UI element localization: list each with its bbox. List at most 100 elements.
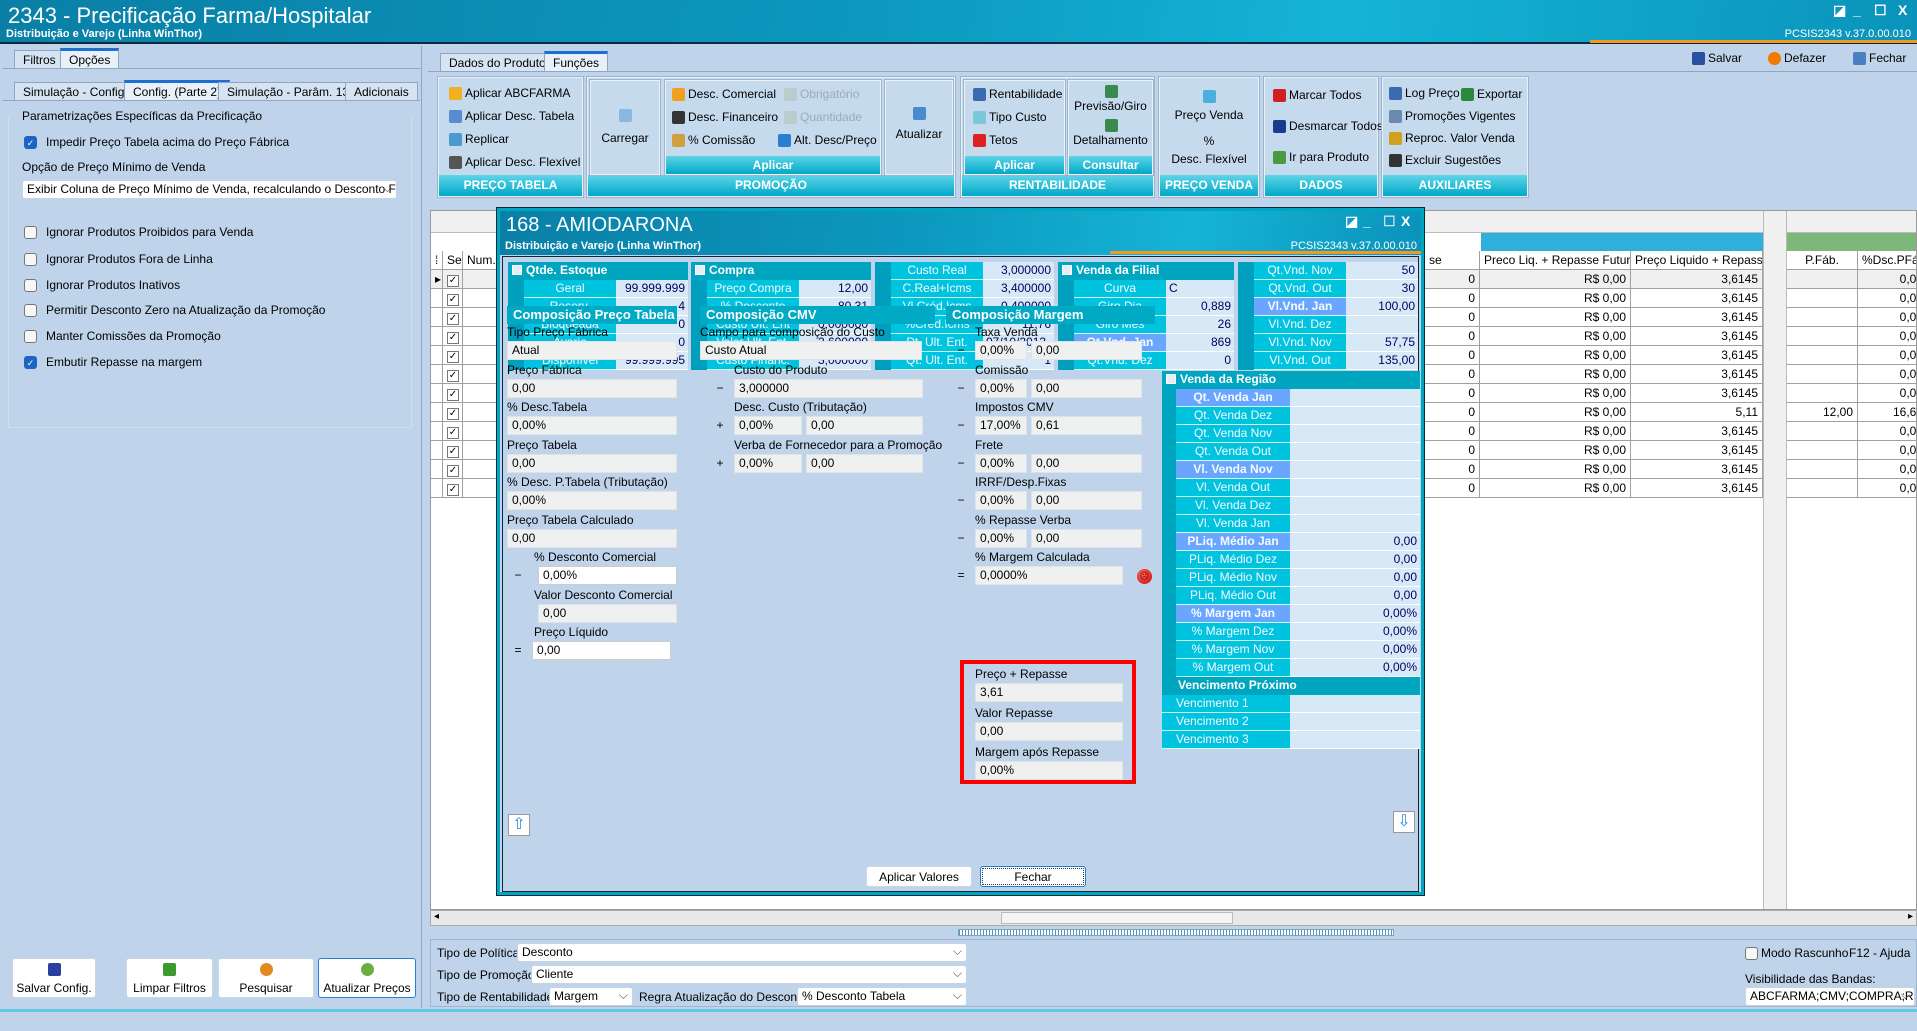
grid-cell-sel[interactable]: ✓: [443, 365, 463, 384]
help-label[interactable]: F12 - Ajuda: [1849, 946, 1910, 960]
row-select-checkbox[interactable]: ✓: [447, 275, 459, 287]
close-button[interactable]: Fechar: [1853, 51, 1906, 65]
column-header-sel[interactable]: Sel: [443, 251, 463, 270]
field-input[interactable]: 0,00%: [538, 566, 677, 585]
option-checkbox[interactable]: Ignorar Produtos Inativos: [24, 278, 180, 292]
ribbon-item-dados-1-button[interactable]: Desmarcar Todos: [1273, 119, 1383, 133]
scroll-right-icon[interactable]: ▸: [1908, 911, 1913, 922]
column-header-num[interactable]: Num.: [463, 251, 499, 270]
modo-rascunho-checkbox[interactable]: Modo Rascunho: [1745, 946, 1848, 960]
row-select-checkbox[interactable]: ✓: [447, 332, 459, 344]
aplicar-valores-button[interactable]: Aplicar Valores: [866, 866, 972, 887]
maximize-icon[interactable]: ☐: [1874, 2, 1887, 19]
restore-icon[interactable]: ◪: [1345, 213, 1358, 230]
grid-cell-sel[interactable]: ✓: [443, 441, 463, 460]
panel-splitter[interactable]: [958, 929, 1394, 936]
subtab-config-parte2[interactable]: Config. (Parte 2): [124, 80, 231, 100]
salvar-config-button[interactable]: Salvar Config.: [12, 958, 96, 998]
ribbon-item-pt-0-button[interactable]: Aplicar ABCFARMA: [449, 86, 570, 100]
collapse-icon[interactable]: [695, 265, 705, 275]
subtab-simulacao-param[interactable]: Simulação - Parâm. 132: [218, 82, 365, 100]
close-icon[interactable]: X: [1898, 2, 1907, 18]
regra-select[interactable]: % Desconto Tabela ⌵: [797, 987, 967, 1006]
restore-icon[interactable]: ◪: [1833, 2, 1846, 19]
row-select-checkbox[interactable]: ✓: [447, 351, 459, 363]
collapse-icon[interactable]: [512, 265, 522, 275]
subtab-adicionais[interactable]: Adicionais: [345, 82, 418, 100]
subtab-simulacao-config[interactable]: Simulação - Config.: [14, 82, 137, 100]
ribbon-item-rent-2-button[interactable]: Tetos: [973, 133, 1018, 147]
save-button[interactable]: Salvar: [1692, 51, 1742, 65]
consultar-item-0-button[interactable]: Previsão/Giro: [1069, 99, 1152, 113]
atualizar-pre-osbutton[interactable]: Atualizar Preços: [318, 958, 416, 998]
grid-cell-sel[interactable]: ✓: [443, 308, 463, 327]
column-header-dsc[interactable]: %Dsc.PFáb: [1858, 251, 1916, 270]
ribbon-item-dados-0-button[interactable]: Marcar Todos: [1273, 88, 1361, 102]
tab-dados-produto[interactable]: Dados do Produto: [440, 53, 555, 71]
atualizar-button[interactable]: Atualizar: [884, 79, 954, 176]
scroll-left-icon[interactable]: ◂: [434, 911, 439, 922]
opcao-select[interactable]: Exibir Coluna de Preço Mínimo de Venda, …: [22, 180, 397, 199]
undo-button[interactable]: Defazer: [1768, 51, 1826, 65]
tab-filtros[interactable]: Filtros: [14, 50, 65, 68]
tab-funcoes[interactable]: Funções: [544, 51, 609, 71]
grid-cell-sel[interactable]: ✓: [443, 327, 463, 346]
arrow-up-icon[interactable]: ⇧: [508, 814, 530, 836]
grid-cell-sel[interactable]: ✓: [443, 289, 463, 308]
ribbon-item-aux-4-button[interactable]: Excluir Sugestões: [1389, 153, 1501, 167]
option-checkbox[interactable]: Ignorar Produtos Fora de Linha: [24, 252, 213, 266]
grid-cell-sel[interactable]: ✓: [443, 346, 463, 365]
grid-cell-sel[interactable]: ✓: [443, 460, 463, 479]
ribbon-item-aux-3-button[interactable]: Reproc. Valor Venda: [1389, 131, 1515, 145]
grid-cell-sel[interactable]: ✓: [443, 403, 463, 422]
option-checkbox[interactable]: Manter Comissões da Promoção: [24, 329, 221, 343]
row-select-checkbox[interactable]: ✓: [447, 370, 459, 382]
minimize-icon[interactable]: _: [1363, 213, 1371, 229]
column-header-pfab[interactable]: P.Fáb.: [1787, 251, 1858, 270]
collapse-icon[interactable]: [1062, 265, 1072, 275]
grid-cell-sel[interactable]: ✓: [443, 270, 463, 289]
fechar-button[interactable]: Fechar: [980, 866, 1086, 887]
ribbon-item-promo-1-button[interactable]: Desc. Financeiro: [672, 110, 778, 124]
row-select-checkbox[interactable]: ✓: [447, 408, 459, 420]
row-select-checkbox[interactable]: ✓: [447, 389, 459, 401]
ribbon-item-promo-2-button[interactable]: % Comissão: [672, 133, 755, 147]
ribbon-item-pt-3-button[interactable]: Aplicar Desc. Flexível: [449, 155, 580, 169]
politica-select[interactable]: Desconto ⌵: [517, 943, 967, 962]
pesquisarbutton[interactable]: Pesquisar: [218, 958, 314, 998]
option-checkbox[interactable]: ✓ Embutir Repasse na margem: [24, 355, 202, 369]
rentabilidade-select[interactable]: Margem ⌵: [549, 987, 633, 1006]
ribbon-item-dados-2-button[interactable]: Ir para Produto: [1273, 150, 1369, 164]
row-select-checkbox[interactable]: ✓: [447, 446, 459, 458]
option-checkbox[interactable]: Permitir Desconto Zero na Atualização da…: [24, 303, 325, 317]
limpar-filtrosbutton[interactable]: Limpar Filtros: [126, 958, 213, 998]
grid-cell-sel[interactable]: ✓: [443, 422, 463, 441]
impedir-checkbox[interactable]: ✓ Impedir Preço Tabela acima do Preço Fáb…: [24, 135, 289, 149]
tab-opcoes[interactable]: Opções: [60, 48, 120, 68]
promocao-select[interactable]: Cliente ⌵: [531, 965, 967, 984]
field-input[interactable]: 0,00: [532, 641, 671, 660]
grid-cell-sel[interactable]: ✓: [443, 479, 463, 498]
close-icon[interactable]: X: [1401, 213, 1410, 229]
horizontal-scrollbar[interactable]: ◂ ▸: [430, 910, 1917, 926]
column-header-futuro[interactable]: Preco Liq. + Repasse Futuro: [1480, 251, 1631, 270]
scrollbar-thumb[interactable]: [1001, 912, 1233, 924]
exportar-button[interactable]: Exportar: [1461, 87, 1522, 101]
preco-venda-button[interactable]: Preço Venda: [1160, 108, 1258, 122]
ribbon-item-promo-0-button[interactable]: Desc. Comercial: [672, 87, 776, 101]
ribbon-item-rent-1-button[interactable]: Tipo Custo: [973, 110, 1047, 124]
row-select-checkbox[interactable]: ✓: [447, 294, 459, 306]
carregar-button[interactable]: Carregar: [589, 79, 661, 176]
minimize-icon[interactable]: _: [1853, 2, 1861, 18]
desc-flexivel-button[interactable]: Desc. Flexível: [1160, 152, 1258, 166]
ribbon-item-pt-1-button[interactable]: Aplicar Desc. Tabela: [449, 109, 574, 123]
row-select-checkbox[interactable]: ✓: [447, 427, 459, 439]
ribbon-item-aux-2-button[interactable]: Promoções Vigentes: [1389, 109, 1516, 123]
collapse-icon[interactable]: [1166, 374, 1176, 384]
column-header-liq[interactable]: Preço Liquido + Repasse: [1631, 251, 1763, 270]
arrow-down-icon[interactable]: ⇩: [1393, 811, 1415, 833]
column-header-se[interactable]: se: [1425, 251, 1480, 270]
column-header-ind[interactable]: ⁞: [431, 251, 443, 270]
ribbon-item-rent-0-button[interactable]: Rentabilidade: [973, 87, 1062, 101]
bandas-select[interactable]: ABCFARMA;CMV;COMPRA;RE ⌵: [1745, 987, 1915, 1006]
